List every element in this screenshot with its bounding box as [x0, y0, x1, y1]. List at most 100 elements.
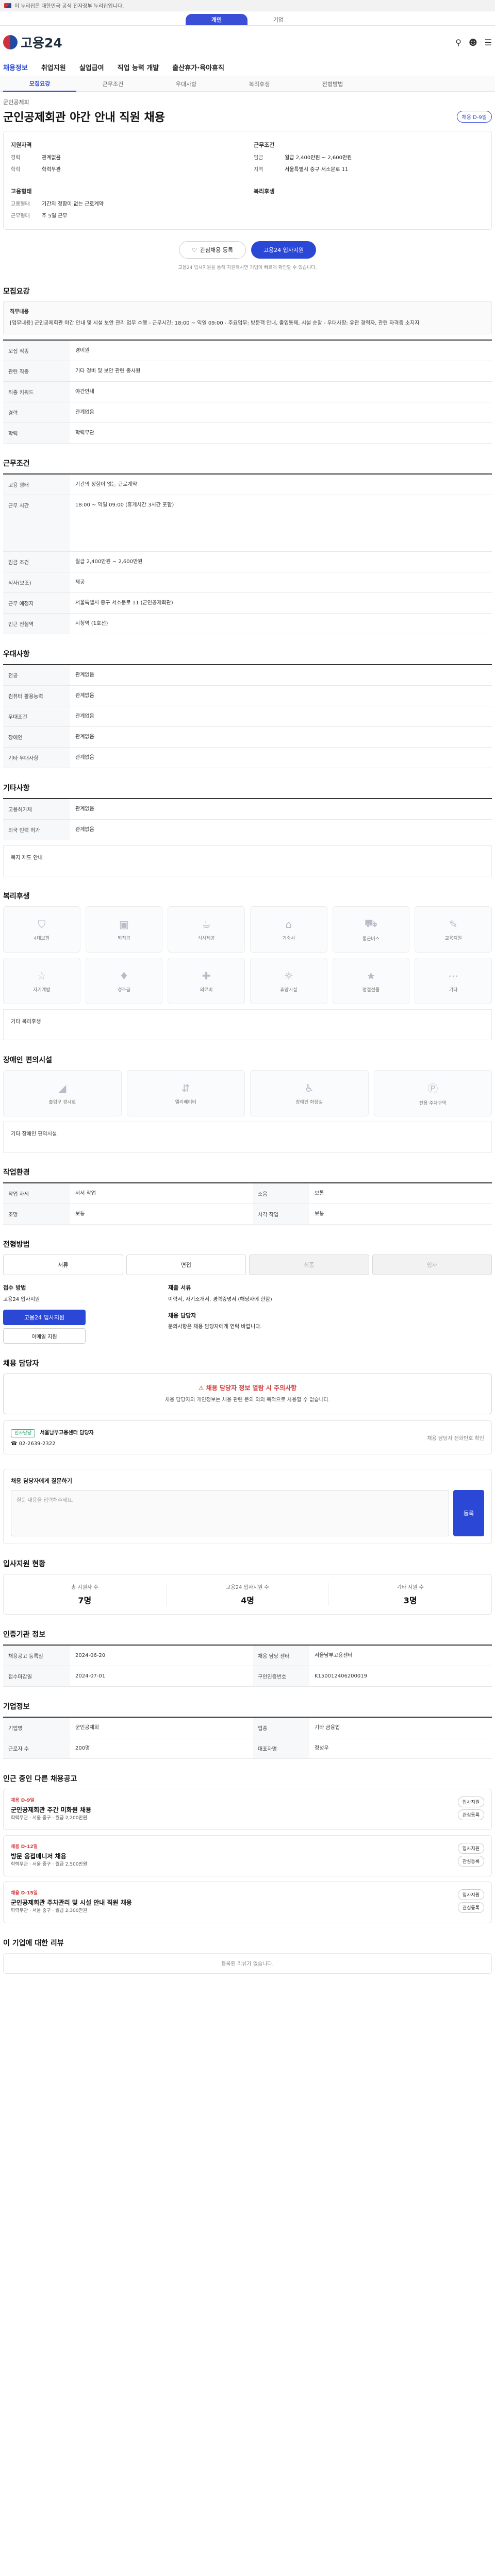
welfare-tile: ⛉ 4대보험: [3, 906, 80, 953]
row-value: 관계없음: [75, 693, 94, 699]
related-save-button[interactable]: 관심등록: [457, 1856, 484, 1867]
sub-tab-recruit[interactable]: 모집요강: [3, 76, 76, 92]
kv-value: 주 5일 근무: [42, 213, 68, 219]
company-table: 기업명 군인공제회 업종 기타 금융업 근로자 수 200명 대표자명 정성우: [3, 1717, 492, 1759]
section-title: 입사지원 현황: [3, 1560, 46, 1568]
row-value: 관계없음: [75, 827, 94, 833]
row-value: 제공: [75, 580, 85, 585]
site-logo[interactable]: 고용24: [3, 33, 62, 52]
related-deadline: 채용 D-15일: [11, 1891, 38, 1896]
row-key: 근로자 수: [3, 1738, 70, 1758]
row-key: 근무 예정지: [3, 593, 70, 613]
nav-item-training[interactable]: 직업 능력 개발: [118, 62, 159, 72]
qna-area: 채용 담당자에게 질문하기 질문 내용을 입력해주세요. 등록: [3, 1469, 492, 1544]
facility-tile-label: 엘리베이터: [175, 1099, 196, 1105]
menu-icon[interactable]: ☰: [485, 38, 492, 47]
house-icon: ⌂: [285, 918, 292, 930]
site-header: 고용24 ⚲ ☻ ☰: [0, 26, 495, 59]
row-key: 고용 형태: [3, 474, 70, 495]
tab-personal[interactable]: 개인: [186, 14, 248, 25]
company-name[interactable]: 군인공제회: [3, 98, 492, 106]
manager-phone-value: 02-2639-2322: [19, 1441, 56, 1447]
section-manager: 채용 담당자 ⚠ 채용 담당자 정보 열람 시 주의사항 채용 담당자의 개인정…: [0, 1358, 495, 1454]
related-title[interactable]: 군인공제회관 주간 미화원 채용: [11, 1805, 91, 1814]
row-value: 보통: [315, 1191, 324, 1196]
row-value: 월급 2,400만원 ~ 2,600만원: [75, 559, 143, 565]
row-key: 전공: [3, 665, 70, 685]
kv-value: 학력무관: [42, 167, 61, 173]
apply-method-value: 고용24 입사지원: [3, 1297, 40, 1302]
section-title: 인근 중인 다른 채용공고: [3, 1775, 77, 1783]
row-value: 보통: [75, 1211, 85, 1217]
bus-icon: ⛟: [364, 917, 378, 929]
welfare-grid: ⛉ 4대보험 ▣ 퇴직금 ☕ 식사제공 ⌂ 기숙사 ⛟ 통근버스 ✎ 교육지원 ☆ 자기계발 …: [3, 906, 492, 1004]
contact-text: 문의사항은 채용 담당자에게 연락 바랍니다.: [168, 1324, 262, 1330]
deadline-chip: 채용 D-9일: [456, 110, 492, 123]
manager-note[interactable]: 채용 담당자 전화번호 확인: [427, 1434, 484, 1442]
related-save-button[interactable]: 관심등록: [457, 1902, 484, 1913]
welfare-tile: ⛟ 통근버스: [332, 906, 410, 953]
process-step: 입사: [372, 1255, 492, 1275]
row-value: 기타 금융업: [315, 1725, 340, 1731]
meal-icon: ☕: [202, 918, 211, 930]
header-icons: ⚲ ☻ ☰: [455, 38, 492, 47]
search-icon[interactable]: ⚲: [455, 38, 461, 47]
row-value: K150012406200019: [315, 1673, 367, 1679]
related-apply-button[interactable]: 입사지원: [457, 1889, 484, 1901]
qna-textarea[interactable]: 질문 내용을 입력해주세요.: [11, 1490, 449, 1536]
job-title: 군인공제회관 야간 안내 직원 채용: [3, 111, 165, 124]
process-step: 서류: [3, 1255, 123, 1275]
section-review: 이 기업에 대한 리뷰 등록된 리뷰가 없습니다.: [0, 1938, 495, 1974]
related-apply-button[interactable]: 입사지원: [457, 1797, 484, 1807]
stat-item: 기타 지원 수 3명: [329, 1583, 491, 1606]
related-job-card[interactable]: 채용 D-12일 방문 응접매니저 채용 학력무관 · 서울 중구 · 월급 2,5…: [3, 1835, 492, 1877]
section-welfare: 복리후생 ⛉ 4대보험 ▣ 퇴직금 ☕ 식사제공 ⌂ 기숙사 ⛟ 통근버스 ✎ 교육지원 ☆…: [0, 891, 495, 1040]
row-value: 관계없음: [75, 410, 94, 415]
related-deadline: 채용 D-9일: [11, 1798, 35, 1803]
work-condition-title: 근무조건: [254, 142, 275, 148]
flag-icon: [4, 3, 11, 8]
bookmark-button[interactable]: ♡ 관심채용 등록: [178, 241, 246, 259]
apply-button[interactable]: 고용24 입사지원: [251, 241, 317, 259]
kv-key: 학력: [11, 167, 21, 173]
process-steps: 서류 면접 최종 입사: [3, 1255, 492, 1275]
page: 이 누리집은 대한민국 공식 전자정부 누리집입니다. 개인 기업 고용24 ⚲…: [0, 0, 495, 1994]
related-title[interactable]: 군인공제회관 주차관리 및 시설 안내 직원 채용: [11, 1898, 132, 1907]
section-title: 복리후생: [3, 892, 30, 901]
nav-item-leave[interactable]: 출산휴가·육아휴직: [172, 62, 224, 72]
sub-tab-process[interactable]: 전형방법: [296, 76, 369, 92]
related-job-card[interactable]: 채용 D-15일 군인공제회관 주차관리 및 시설 안내 직원 채용 학력무관 · …: [3, 1882, 492, 1923]
sub-tab-welfare[interactable]: 복리후생: [223, 76, 296, 92]
facility-tile: Ⓟ 전용 주차구역: [373, 1070, 492, 1116]
apply-button-secondary[interactable]: 고용24 입사지원: [3, 1310, 86, 1325]
sub-tab-pref[interactable]: 우대사항: [150, 76, 223, 92]
related-apply-button[interactable]: 입사지원: [457, 1843, 484, 1854]
qna-submit-button[interactable]: 등록: [453, 1490, 484, 1536]
row-value: 관계없음: [75, 806, 94, 812]
welfare-note: 기타 복리후생: [3, 1009, 492, 1040]
sub-tab-work[interactable]: 근무조건: [76, 76, 150, 92]
nav-item-jobs[interactable]: 채용정보: [3, 62, 28, 72]
related-title[interactable]: 방문 응접매니저 채용: [11, 1852, 87, 1860]
row-value: 기간의 정함이 없는 근로계약: [75, 482, 137, 487]
welfare-tile-label: 명절선물: [362, 987, 380, 993]
section-company: 기업정보 기업명 군인공제회 업종 기타 금융업 근로자 수 200명 대표자명 정성우: [0, 1701, 495, 1759]
user-icon[interactable]: ☻: [469, 38, 477, 47]
nav-item-support[interactable]: 취업지원: [41, 62, 66, 72]
related-job-card[interactable]: 채용 D-9일 군인공제회관 주간 미화원 채용 학력무관 · 서울 중구 · 월급…: [3, 1789, 492, 1831]
row-key: 컴퓨터 활용능력: [3, 686, 70, 706]
row-key: 대표자명: [253, 1738, 309, 1758]
more-icon: ⋯: [448, 969, 459, 982]
restroom-icon: ♿: [304, 1081, 314, 1094]
stat-value: 7명: [78, 1596, 92, 1605]
row-value: 군인공제회: [75, 1725, 99, 1731]
welfare-tile-label: 의료비: [200, 987, 213, 993]
related-save-button[interactable]: 관심등록: [457, 1809, 484, 1820]
tab-business[interactable]: 기업: [248, 14, 309, 25]
kv-key: 경력: [11, 155, 21, 161]
section-related: 인근 중인 다른 채용공고 채용 D-9일 군인공제회관 주간 미화원 채용 학력무…: [0, 1773, 495, 1923]
email-apply-button[interactable]: 이메일 지원: [3, 1328, 86, 1344]
apply-notice: 고용24 입사지원을 통해 지원하시면 기업이 빠르게 확인할 수 있습니다.: [178, 265, 317, 270]
nav-item-unemployment[interactable]: 실업급여: [79, 62, 104, 72]
warning-text: 채용 담당자의 개인정보는 채용 관련 문의 외의 목적으로 사용할 수 없습니…: [164, 1397, 331, 1403]
